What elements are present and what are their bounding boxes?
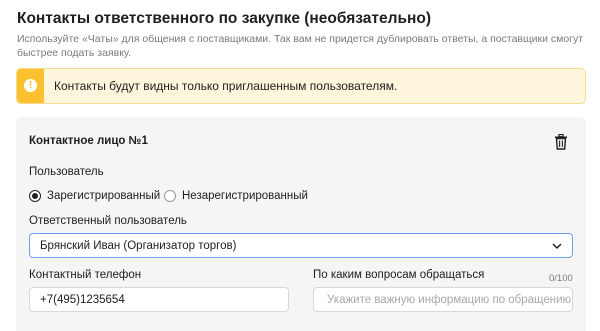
phone-value: +7(495)1235654 <box>40 294 125 306</box>
radio-button-checked[interactable] <box>29 190 41 202</box>
contact-card: Контактное лицо №1 Пользователь Зарегист… <box>16 117 586 331</box>
topics-field[interactable]: Укажите важную информацию по обращению <box>313 287 573 312</box>
page-title: Контакты ответственного по закупке (необ… <box>17 10 431 27</box>
radio-registered-label: Зарегистрированный <box>47 190 161 202</box>
topics-placeholder: Укажите важную информацию по обращению <box>327 294 572 306</box>
exclamation-icon: ! <box>24 79 37 92</box>
topics-char-counter: 0/100 <box>549 273 573 284</box>
radio-button-unchecked[interactable] <box>164 190 176 202</box>
topics-label: По каким вопросам обращаться <box>313 269 485 281</box>
chevron-down-icon[interactable] <box>552 242 562 250</box>
phone-field[interactable]: +7(495)1235654 <box>29 287 289 312</box>
responsible-user-label: Ответственный пользователь <box>29 215 187 227</box>
alert-accent-strip: ! <box>17 69 44 103</box>
info-alert: ! Контакты будут видны только приглашенн… <box>16 68 586 104</box>
responsible-user-value: Брянский Иван (Организатор торгов) <box>40 240 237 252</box>
radio-unregistered[interactable]: Незарегистрированный <box>164 188 308 204</box>
responsible-user-select[interactable]: Брянский Иван (Организатор торгов) <box>29 233 573 258</box>
radio-registered[interactable]: Зарегистрированный <box>29 188 160 204</box>
user-type-label: Пользователь <box>29 166 104 178</box>
phone-label: Контактный телефон <box>29 269 142 281</box>
contact-card-title: Контактное лицо №1 <box>29 135 148 147</box>
radio-unregistered-label: Незарегистрированный <box>182 190 308 202</box>
page-subtitle: Используйте «Чаты» для общения с поставщ… <box>17 33 584 59</box>
trash-icon[interactable] <box>554 134 568 150</box>
alert-text: Контакты будут видны только приглашенным… <box>54 79 398 93</box>
